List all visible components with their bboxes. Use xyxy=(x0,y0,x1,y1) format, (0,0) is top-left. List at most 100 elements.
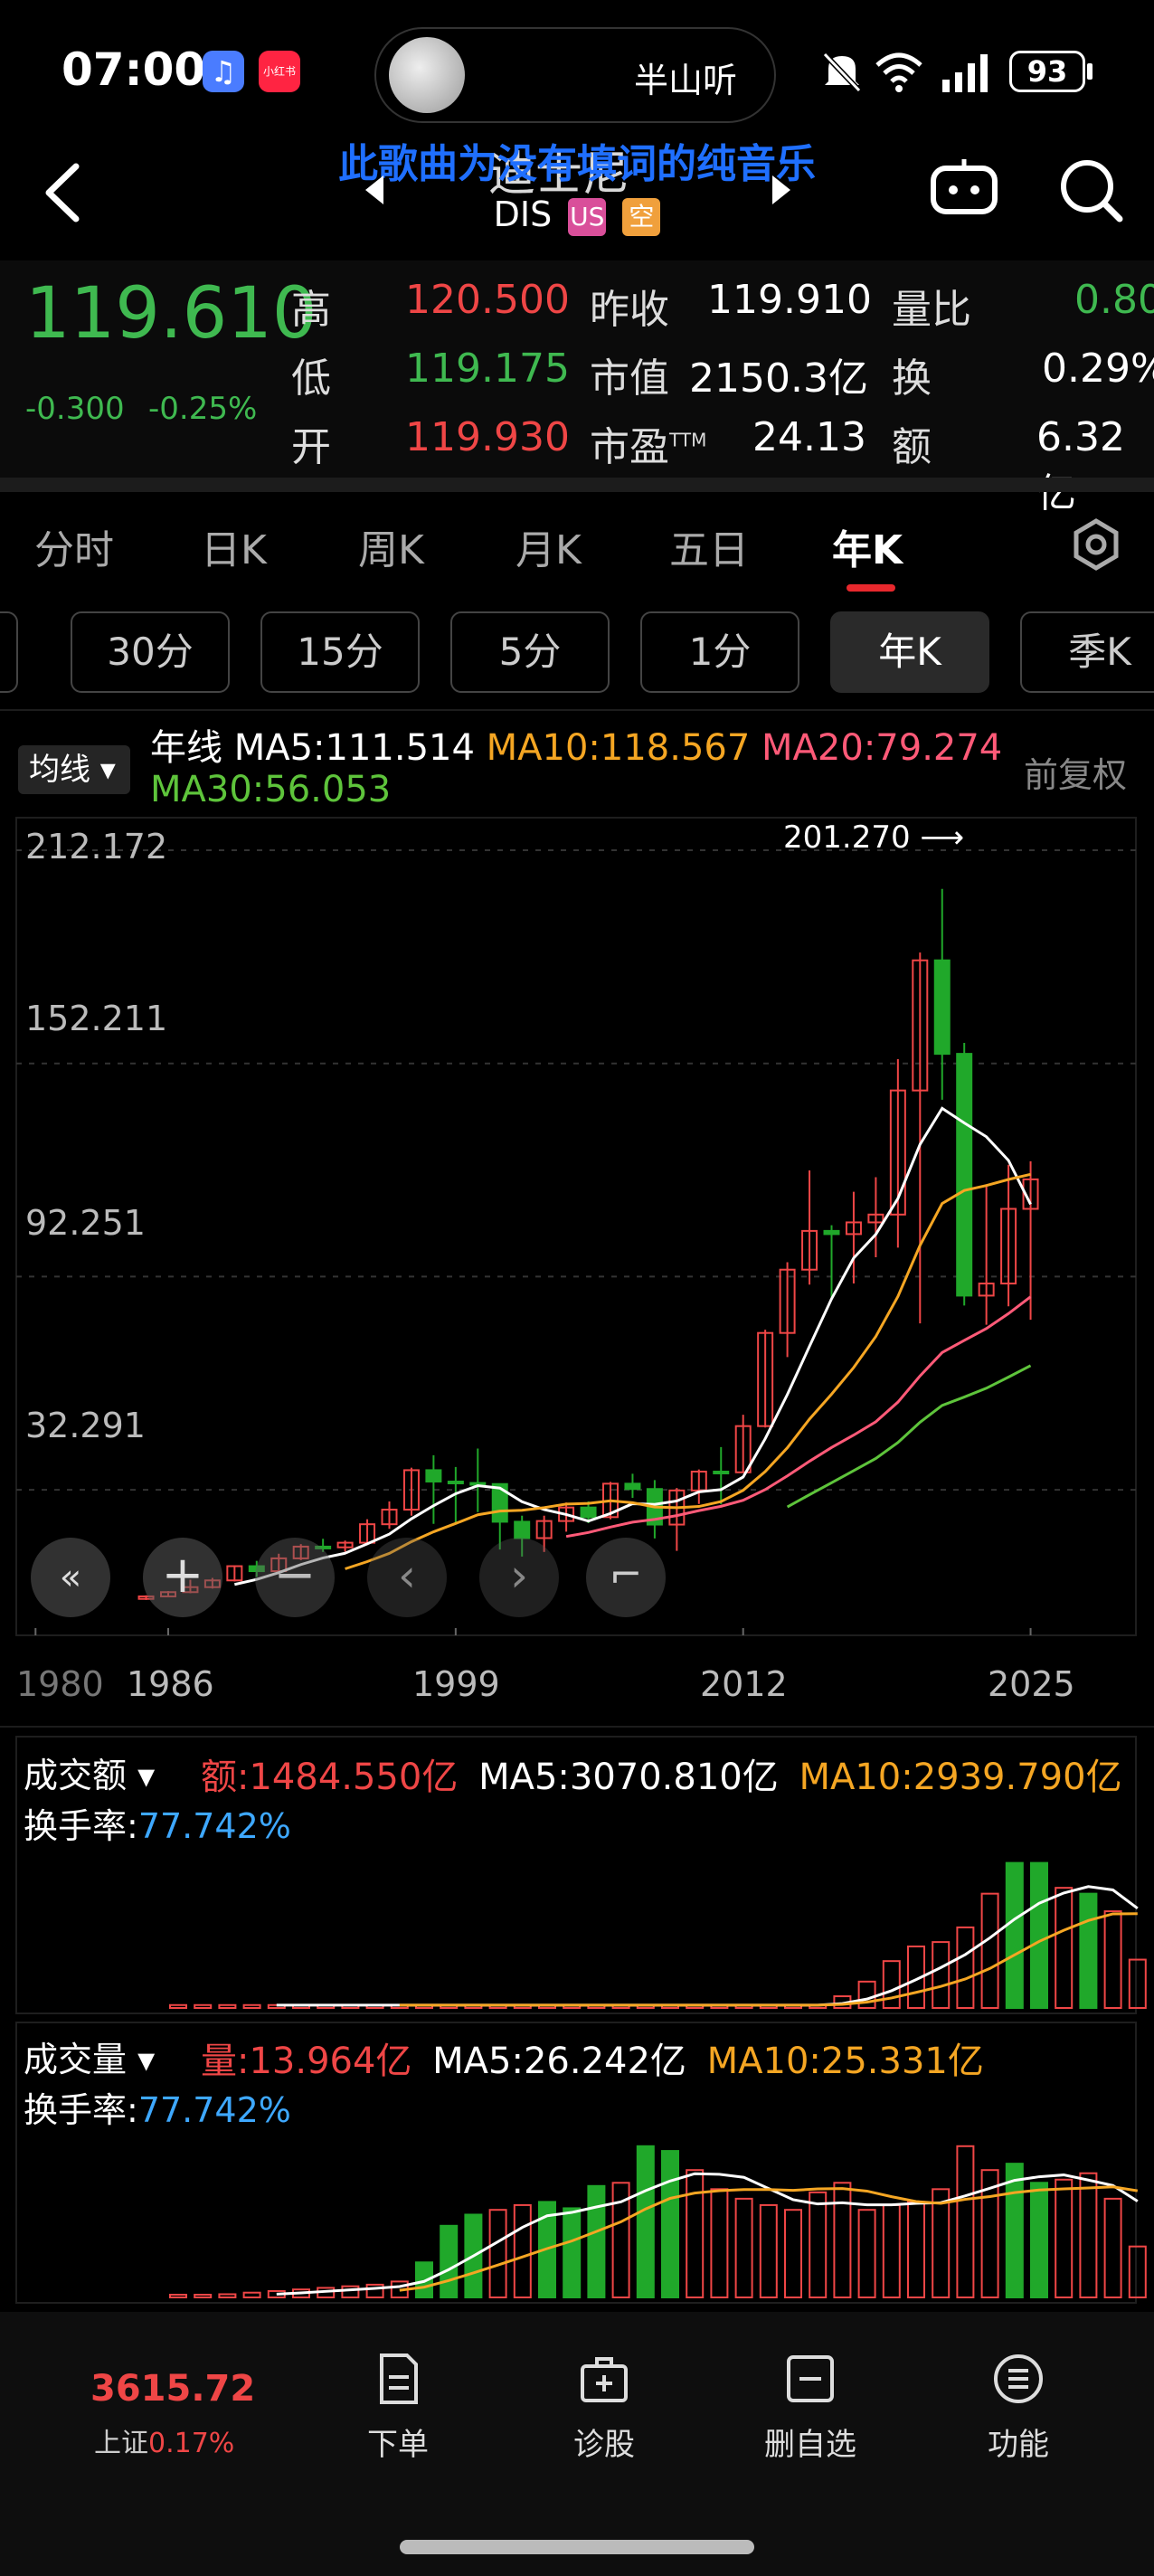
order-label: 下单 xyxy=(367,2427,429,2463)
pill-30min[interactable]: 30分 xyxy=(71,611,230,693)
volume-ratio-value: 0.80 xyxy=(1074,277,1154,323)
low-label: 低 xyxy=(291,355,331,402)
ma20-legend: MA20:79.274 xyxy=(761,727,1003,769)
tab-intraday[interactable]: 分时 xyxy=(34,517,114,575)
turnover-label: 换 xyxy=(892,355,932,402)
ma5-legend: MA5:111.514 xyxy=(233,727,475,769)
ma30-legend: MA30:56.053 xyxy=(150,769,392,810)
volume-bar xyxy=(194,2294,213,2298)
xiaohongshu-icon: 小红书 xyxy=(259,51,300,92)
tab-month-k[interactable]: 月K xyxy=(516,517,582,575)
volume-bar xyxy=(636,2145,655,2298)
candle xyxy=(823,1229,840,1236)
dynamic-island-music[interactable]: 半山听 xyxy=(374,27,776,123)
y-tick-label: 92.251 xyxy=(25,1203,146,1243)
volume-bar xyxy=(1103,2197,1122,2299)
medkit-icon xyxy=(581,2357,628,2402)
battery-tip xyxy=(1087,63,1093,80)
document-icon xyxy=(380,2353,418,2404)
reset-icon[interactable]: ⌐ xyxy=(586,1538,666,1617)
ma-selector[interactable]: 均线 ▾ xyxy=(18,745,130,794)
prev-close-label: 昨收 xyxy=(590,287,669,333)
volume-bar xyxy=(857,1980,876,2009)
volume-bar xyxy=(710,2188,729,2299)
index-change: 0.17% xyxy=(148,2428,235,2459)
volume-bar xyxy=(513,2203,532,2298)
divider xyxy=(0,478,1154,492)
settings-icon[interactable] xyxy=(1069,517,1123,572)
pill-5min[interactable]: 5分 xyxy=(450,611,610,693)
pe-label: 市盈TTM xyxy=(590,424,707,470)
scroll-left-icon[interactable]: ‹ xyxy=(367,1538,447,1617)
signal-icon xyxy=(942,54,988,92)
x-tick-label: 2025 xyxy=(988,1664,1075,1704)
volume-bar xyxy=(857,2209,876,2298)
volume-bar xyxy=(759,2203,778,2298)
pill-1min[interactable]: 1分 xyxy=(640,611,799,693)
pill-year-k[interactable]: 年K xyxy=(830,611,989,693)
x-tick-label: 1980 xyxy=(16,1664,104,1704)
open-value: 119.930 xyxy=(405,414,570,460)
ticker-symbol: DIS xyxy=(493,194,553,234)
scroll-right-icon[interactable]: › xyxy=(479,1538,559,1617)
remove-watchlist-button[interactable]: 删自选 xyxy=(738,2352,883,2464)
volume-bar xyxy=(1030,2182,1048,2298)
candle xyxy=(447,1480,464,1484)
volume-bar xyxy=(218,2293,237,2299)
status-time: 07:00 xyxy=(61,43,206,96)
max-annotation: 201.270 ⟶ xyxy=(783,819,965,856)
wifi-icon xyxy=(875,52,922,92)
zoom-in-icon[interactable]: + xyxy=(143,1538,222,1617)
x-tick-label: 1999 xyxy=(412,1664,500,1704)
volume-bar xyxy=(440,2224,459,2298)
amount-chart[interactable] xyxy=(0,1735,1154,2017)
music-title: 半山听 xyxy=(634,61,738,100)
pill-15min[interactable]: 15分 xyxy=(260,611,420,693)
tab-year-k[interactable]: 年K xyxy=(832,517,903,575)
volume-bar xyxy=(686,2169,705,2298)
music-app-icon: ♫ xyxy=(203,51,244,92)
candle xyxy=(624,1482,641,1491)
index-summary[interactable]: 上证0.17% xyxy=(94,2420,234,2460)
adjust-mode[interactable]: 前复权 xyxy=(1024,747,1127,797)
amount-label: 额 xyxy=(892,424,932,470)
tab-week-k[interactable]: 周K xyxy=(358,517,424,575)
status-bar: 07:00 ♫ 小红书 半山听 93 xyxy=(0,0,1154,136)
robot-assistant-icon[interactable] xyxy=(928,156,1000,219)
volume-bar xyxy=(587,2184,606,2298)
scroll-left-fast-icon[interactable]: « xyxy=(31,1538,110,1617)
zoom-out-icon[interactable]: − xyxy=(255,1538,335,1617)
volume-bar xyxy=(956,1926,975,2009)
volume-bar xyxy=(907,2201,925,2298)
volume-bar xyxy=(882,1960,901,2010)
order-button[interactable]: 下单 xyxy=(326,2352,470,2464)
turnover-value: 0.29% xyxy=(1042,346,1154,392)
index-value[interactable]: 3615.72 xyxy=(90,2368,255,2410)
pill-quarter-k[interactable]: 季K xyxy=(1020,611,1154,693)
volume-bar xyxy=(932,1941,951,2010)
candle xyxy=(933,959,951,1056)
menu-circle-icon xyxy=(994,2354,1043,2403)
ma10-line xyxy=(399,2185,1139,2292)
volume-bar xyxy=(784,2209,802,2298)
volume-bar xyxy=(1055,1887,1074,2009)
diagnose-button[interactable]: 诊股 xyxy=(532,2352,676,2464)
x-tick-label: 1986 xyxy=(127,1664,214,1704)
quote-panel: 119.610 -0.300 -0.25% 高 120.500 昨收 119.9… xyxy=(0,260,1154,516)
functions-button[interactable]: 功能 xyxy=(946,2352,1091,2464)
volume-bar xyxy=(488,2209,507,2298)
album-art-icon xyxy=(389,37,465,113)
tab-day-k[interactable]: 日K xyxy=(201,517,267,575)
tab-five-day[interactable]: 五日 xyxy=(669,517,749,575)
active-tab-indicator xyxy=(847,584,895,592)
volume-chart[interactable] xyxy=(0,2021,1154,2306)
minus-box-icon xyxy=(787,2355,834,2402)
volume-bar xyxy=(194,2003,213,2010)
volume-bar xyxy=(169,2003,187,2010)
price-change-pct: -0.25% xyxy=(148,391,258,427)
candle xyxy=(425,1469,442,1482)
volume-bar xyxy=(980,1892,999,2009)
search-icon[interactable] xyxy=(1056,156,1125,224)
pill-partial[interactable] xyxy=(0,611,18,693)
ma-line-ma30 xyxy=(786,1364,1032,1509)
